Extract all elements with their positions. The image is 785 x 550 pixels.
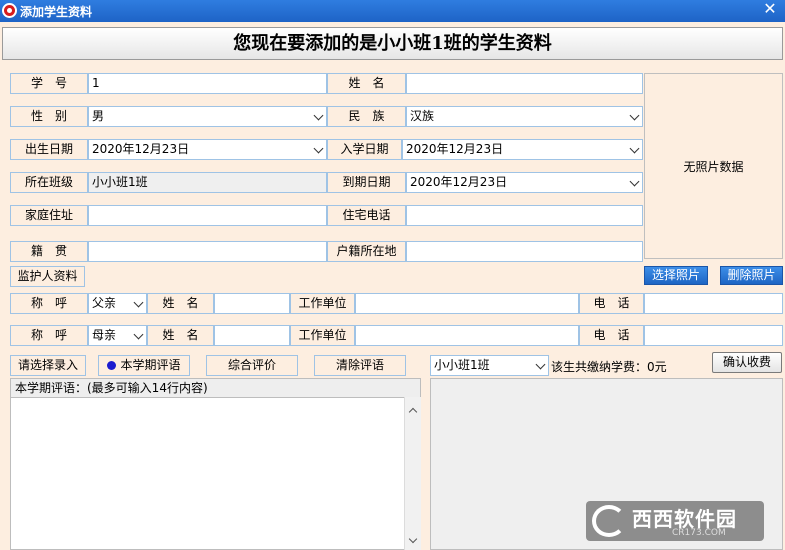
- watermark-url: CR173.COM: [672, 528, 726, 538]
- this-term-comment-label: 本学期评语: [120, 358, 181, 372]
- fee-class-select[interactable]: 小小班1班: [430, 355, 549, 376]
- native-place-field[interactable]: [88, 241, 327, 262]
- phone-label: 电 话: [579, 293, 644, 314]
- enroll-date-label: 入学日期: [327, 139, 402, 160]
- fee-class-value: 小小班1班: [434, 358, 490, 372]
- birth-date-value: 2020年12月23日: [92, 142, 190, 156]
- this-term-comment-radio[interactable]: 本学期评语: [98, 355, 190, 376]
- name-label: 姓 名: [327, 73, 406, 94]
- ethnicity-label: 民 族: [327, 106, 406, 127]
- guardian-name-field[interactable]: [214, 293, 290, 314]
- photo-preview: 无照片数据: [644, 73, 783, 259]
- household-reg-field[interactable]: [406, 241, 643, 262]
- expire-date-picker[interactable]: 2020年12月23日: [406, 172, 643, 193]
- clear-comment-button[interactable]: 清除评语: [314, 355, 406, 376]
- name-field[interactable]: [406, 73, 643, 94]
- chevron-down-icon: [631, 140, 638, 159]
- guardian-name-field[interactable]: [214, 325, 290, 346]
- gender-select[interactable]: 男: [88, 106, 327, 127]
- cr-logo-icon: [592, 505, 626, 537]
- birth-date-label: 出生日期: [10, 139, 88, 160]
- chevron-down-icon: [135, 294, 142, 313]
- app-icon: [2, 3, 17, 18]
- address-label: 家庭住址: [10, 205, 88, 226]
- work-unit-label: 工作单位: [290, 325, 355, 346]
- comment-header: 本学期评语：(最多可输入14行内容): [10, 378, 421, 397]
- phone-field[interactable]: [644, 325, 783, 346]
- student-no-label: 学 号: [10, 73, 88, 94]
- gender-value: 男: [92, 109, 105, 123]
- native-place-label: 籍 贯: [10, 241, 88, 262]
- chevron-down-icon: [631, 173, 638, 192]
- class-label: 所在班级: [10, 172, 88, 193]
- window-title: 添加学生资料: [20, 5, 93, 19]
- expire-date-label: 到期日期: [327, 172, 406, 193]
- scroll-down-icon[interactable]: [408, 536, 418, 546]
- address-field[interactable]: [88, 205, 327, 226]
- chevron-down-icon: [315, 107, 322, 126]
- overall-evaluation-button[interactable]: 综合评价: [206, 355, 298, 376]
- watermark-logo: 西西软件园 CR173.COM: [586, 501, 764, 541]
- scroll-up-icon[interactable]: [408, 406, 418, 416]
- page-title: 您现在要添加的是小小班1班的学生资料: [2, 27, 783, 60]
- work-unit-field[interactable]: [355, 293, 579, 314]
- phone-label: 电 话: [579, 325, 644, 346]
- enroll-date-picker[interactable]: 2020年12月23日: [402, 139, 643, 160]
- chevron-down-icon: [135, 326, 142, 345]
- work-unit-label: 工作单位: [290, 293, 355, 314]
- comment-scrollbar[interactable]: [404, 397, 421, 550]
- gender-label: 性 别: [10, 106, 88, 127]
- relation-value: 父亲: [92, 296, 117, 310]
- comment-textarea[interactable]: [10, 397, 421, 550]
- birth-date-picker[interactable]: 2020年12月23日: [88, 139, 327, 160]
- phone-field[interactable]: [644, 293, 783, 314]
- chevron-down-icon: [537, 356, 544, 375]
- enroll-date-value: 2020年12月23日: [406, 142, 504, 156]
- close-button[interactable]: ✕: [759, 0, 781, 20]
- expire-date-value: 2020年12月23日: [410, 175, 508, 189]
- radio-selected-icon: [107, 361, 117, 370]
- chevron-down-icon: [631, 107, 638, 126]
- home-phone-label: 住宅电话: [327, 205, 406, 226]
- household-reg-label: 户籍所在地: [327, 241, 406, 262]
- select-photo-button[interactable]: 选择照片: [644, 266, 708, 285]
- relation-label: 称 呼: [10, 325, 88, 346]
- ethnicity-select[interactable]: 汉族: [406, 106, 643, 127]
- title-bar: 添加学生资料 ✕: [0, 0, 785, 22]
- class-field: 小小班1班: [88, 172, 327, 193]
- select-entry-button[interactable]: 请选择录入: [10, 355, 86, 376]
- relation-select[interactable]: 母亲: [88, 325, 147, 346]
- relation-value: 母亲: [92, 328, 117, 342]
- ethnicity-value: 汉族: [410, 109, 435, 123]
- guardian-name-label: 姓 名: [147, 293, 214, 314]
- relation-select[interactable]: 父亲: [88, 293, 147, 314]
- delete-photo-button[interactable]: 删除照片: [720, 266, 783, 285]
- guardian-name-label: 姓 名: [147, 325, 214, 346]
- fee-total-text: 该生共缴纳学费：0元: [551, 360, 667, 374]
- work-unit-field[interactable]: [355, 325, 579, 346]
- chevron-down-icon: [315, 140, 322, 159]
- home-phone-field[interactable]: [406, 205, 643, 226]
- guardian-section-label: 监护人资料: [10, 266, 85, 287]
- confirm-fee-button[interactable]: 确认收费: [712, 352, 782, 373]
- student-no-field[interactable]: 1: [88, 73, 327, 94]
- relation-label: 称 呼: [10, 293, 88, 314]
